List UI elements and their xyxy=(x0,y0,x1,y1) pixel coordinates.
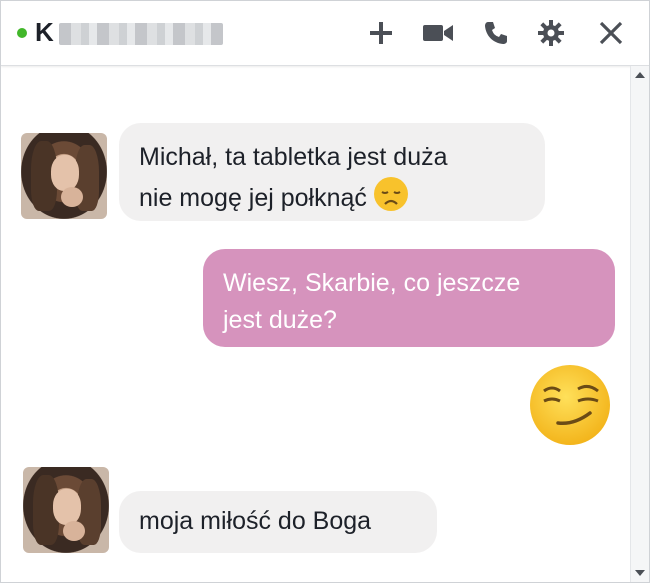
video-call-button[interactable] xyxy=(420,15,456,51)
chat-header: K xyxy=(1,1,649,66)
scroll-up-arrow-icon[interactable] xyxy=(635,72,645,78)
message-text-line: Wiesz, Skarbie, co jeszcze xyxy=(223,269,521,297)
settings-button[interactable] xyxy=(533,15,569,51)
disappointed-face-emoji-icon xyxy=(373,176,409,223)
incoming-message-bubble[interactable]: moja miłość do Boga xyxy=(119,491,437,553)
video-camera-icon xyxy=(423,25,453,41)
message-text-line: Michał, ta tabletka jest duża xyxy=(139,143,448,171)
message-text-line: jest duże? xyxy=(223,306,337,334)
phone-icon xyxy=(485,22,507,44)
scroll-down-arrow-icon[interactable] xyxy=(635,570,645,576)
close-icon xyxy=(599,21,623,45)
voice-call-button[interactable] xyxy=(478,15,514,51)
add-people-button[interactable] xyxy=(363,15,399,51)
incoming-message-bubble[interactable]: Michał, ta tabletka jest duża nie mogę j… xyxy=(119,123,545,221)
smirking-face-emoji-icon[interactable] xyxy=(528,363,612,447)
chat-window: K Michał, ta tabletka jest duża nie mogę… xyxy=(0,0,650,583)
message-text-line: moja miłość do Boga xyxy=(139,507,372,535)
message-text-line: nie mogę jej połknąć xyxy=(139,184,367,213)
contact-name[interactable]: K xyxy=(35,16,54,48)
outgoing-message-bubble[interactable]: Wiesz, Skarbie, co jeszcze jest duże? xyxy=(203,249,615,347)
online-status-dot xyxy=(17,28,27,38)
contact-name-blurred xyxy=(59,23,223,45)
gear-icon xyxy=(538,20,564,46)
contact-avatar[interactable] xyxy=(21,133,107,219)
scrollbar[interactable] xyxy=(630,66,649,582)
close-button[interactable] xyxy=(593,15,629,51)
plus-icon xyxy=(370,22,392,44)
contact-avatar[interactable] xyxy=(23,467,109,553)
